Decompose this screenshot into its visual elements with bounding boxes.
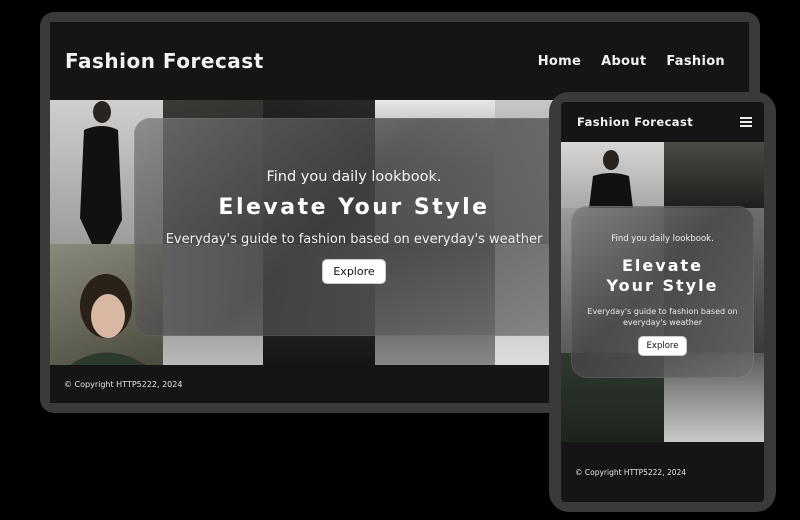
hero-subtitle: Everyday's guide to fashion based on eve…: [587, 307, 738, 327]
explore-button[interactable]: Explore: [637, 336, 688, 356]
hero-tagline: Find you daily lookbook.: [611, 234, 714, 244]
nav-link-fashion[interactable]: Fashion: [666, 54, 725, 69]
hero-subtitle: Everyday's guide to fashion based on eve…: [165, 232, 543, 247]
man-in-coat-photo: [589, 150, 633, 208]
explore-button[interactable]: Explore: [322, 259, 386, 284]
hamburger-menu-icon[interactable]: [740, 117, 752, 127]
hero-headline: Elevate Your Style: [218, 195, 490, 220]
phone-device-frame: Fashion Forecast Find you daily lookbook…: [549, 92, 776, 512]
phone-navbar: Fashion Forecast: [561, 102, 764, 142]
desktop-brand-logo[interactable]: Fashion Forecast: [65, 49, 264, 73]
hero-headline: Elevate Your Style: [571, 256, 754, 296]
phone-hero: Find you daily lookbook. Elevate Your St…: [561, 142, 764, 442]
hero-headline-line-2: Your Style: [606, 276, 719, 295]
phone-screen: Fashion Forecast Find you daily lookbook…: [561, 102, 764, 502]
phone-brand-logo[interactable]: Fashion Forecast: [577, 115, 693, 129]
nav-link-about[interactable]: About: [601, 54, 646, 69]
nav-link-home[interactable]: Home: [538, 54, 581, 69]
phone-footer: © Copyright HTTP5222, 2024: [561, 442, 764, 502]
desktop-navbar: Fashion Forecast Home About Fashion: [50, 22, 749, 100]
photo-tile-man-coat: [561, 142, 664, 208]
hero-tagline: Find you daily lookbook.: [266, 169, 442, 185]
footer-copyright: © Copyright HTTP5222, 2024: [575, 467, 687, 477]
desktop-hero-card: Find you daily lookbook. Elevate Your St…: [134, 118, 574, 336]
photo-tile-dancer: [664, 142, 764, 208]
hero-headline-line-1: Elevate: [622, 256, 703, 275]
desktop-nav-links: Home About Fashion: [538, 54, 725, 69]
phone-hero-card: Find you daily lookbook. Elevate Your St…: [571, 206, 754, 378]
footer-copyright: © Copyright HTTP5222, 2024: [64, 379, 183, 389]
